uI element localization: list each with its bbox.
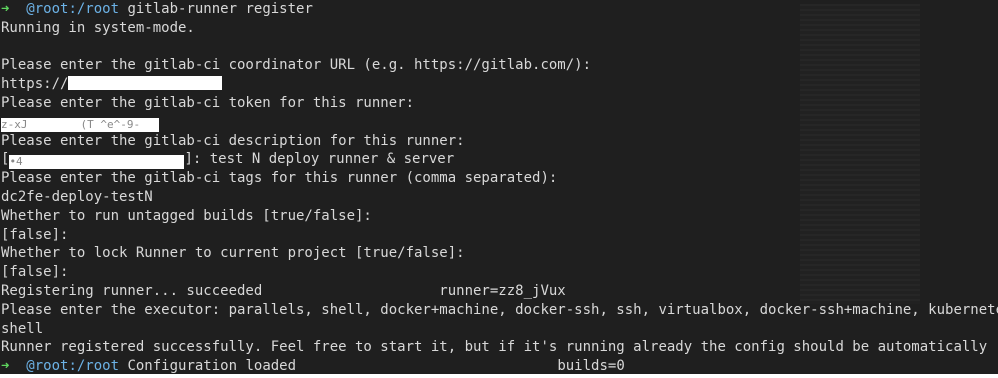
output-line: Whether to run untagged builds [true/fal… [1, 207, 372, 224]
output-line: [false]: [1, 226, 69, 243]
output-line: [false]: [1, 264, 69, 281]
output-line: Running in system-mode. [1, 19, 195, 36]
url-input-line: https:// [0, 75, 998, 94]
output-line: Please enter the gitlab-ci coordinator U… [1, 57, 592, 74]
redacted-hostname: •4 [9, 155, 185, 170]
bracket-open: [ [1, 151, 10, 168]
output-line: Please enter the executor: parallels, sh… [1, 301, 998, 318]
description-input-line: [•4]: test N deploy runner & server [0, 150, 998, 170]
prompt-line-register: ➜ @root:/root gitlab-runner register [0, 0, 998, 19]
prompt-arrow-icon: ➜ [1, 358, 10, 374]
token-input-line: z-xJ (T ^e^-9- [0, 113, 998, 132]
redacted-url [68, 76, 223, 91]
output-line: Whether to lock Runner to current projec… [1, 245, 465, 262]
output-line: Please enter the gitlab-ci tags for this… [1, 170, 558, 187]
prompt-line-config: ➜ @root:/root Configuration loaded build… [0, 357, 998, 374]
command-text: Configuration loaded builds=0 [127, 358, 625, 374]
prompt-arrow-icon: ➜ [1, 1, 10, 17]
redacted-token: z-xJ (T ^e^-9- [1, 117, 159, 132]
description-value: ]: test N deploy runner & server [184, 151, 455, 168]
output-line: Registering runner... succeeded runner=z… [1, 282, 566, 299]
terminal-output: ➜ @root:/root gitlab-runner register Run… [0, 0, 998, 374]
command-text: gitlab-runner register [127, 1, 313, 17]
output-line: shell [1, 320, 44, 337]
output-line: Please enter the gitlab-ci description f… [1, 132, 465, 149]
prompt-path: @root:/root [26, 1, 120, 17]
terminal-window[interactable]: ➜ @root:/root gitlab-runner register Run… [0, 0, 998, 374]
output-line: Runner registered successfully. Feel fre… [1, 339, 998, 356]
url-prefix: https:// [1, 76, 69, 93]
output-line: Please enter the gitlab-ci token for thi… [1, 94, 415, 111]
prompt-path: @root:/root [26, 358, 120, 374]
output-line: dc2fe-deploy-testN [1, 188, 153, 205]
